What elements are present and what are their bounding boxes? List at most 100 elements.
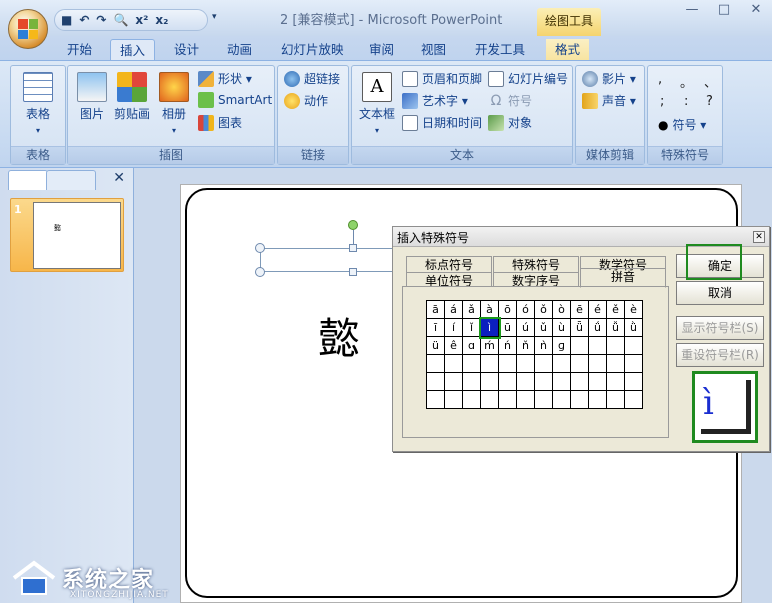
- symbol-cell[interactable]: ā: [426, 300, 445, 319]
- picture-button[interactable]: 图片: [74, 72, 110, 122]
- special-symbol-button[interactable]: ● 符号 ▾: [658, 116, 706, 133]
- symbol-cell[interactable]: ù: [552, 318, 571, 337]
- header-footer-button[interactable]: 页眉和页脚: [402, 70, 482, 87]
- symbol-cell[interactable]: [552, 354, 571, 373]
- sound-button[interactable]: 声音 ▾: [582, 92, 636, 109]
- symbol-cell[interactable]: [444, 390, 463, 409]
- tab-view[interactable]: 视图: [412, 39, 455, 61]
- qat-customize-icon[interactable]: ▾: [212, 12, 217, 22]
- textbox-button[interactable]: A 文本框 ▾: [356, 72, 398, 136]
- subscript-icon[interactable]: x₂: [155, 13, 168, 27]
- reset-symbol-bar-button[interactable]: 重设符号栏(R): [676, 343, 764, 367]
- symbol-cell[interactable]: [426, 372, 445, 391]
- symbol-cell[interactable]: [480, 354, 499, 373]
- redo-icon[interactable]: ↷: [96, 13, 106, 27]
- symbol-cell[interactable]: à: [480, 300, 499, 319]
- symbol-enum-comma[interactable]: 、: [704, 72, 717, 91]
- symbol-cell[interactable]: [534, 390, 553, 409]
- resize-handle[interactable]: [349, 244, 357, 252]
- symbol-cell[interactable]: [462, 390, 481, 409]
- symbol-period[interactable]: 。: [680, 72, 693, 91]
- symbol-cell[interactable]: [588, 390, 607, 409]
- pane-close-icon[interactable]: ✕: [113, 170, 125, 186]
- symbol-cell[interactable]: ǔ: [534, 318, 553, 337]
- cancel-button[interactable]: 取消: [676, 281, 764, 305]
- symbol-cell[interactable]: ǜ: [624, 318, 643, 337]
- tab-format[interactable]: 格式: [546, 39, 590, 61]
- symbol-cell[interactable]: [552, 390, 571, 409]
- symbol-cell[interactable]: [588, 336, 607, 355]
- symbol-colon[interactable]: :: [684, 94, 688, 109]
- symbol-cell[interactable]: [534, 372, 553, 391]
- office-button[interactable]: [8, 9, 48, 49]
- symbol-cell[interactable]: [552, 372, 571, 391]
- symbol-cell[interactable]: [624, 336, 643, 355]
- symbol-button[interactable]: Ω 符号: [488, 92, 532, 109]
- tab-slideshow[interactable]: 幻灯片放映: [272, 39, 353, 61]
- tab-pinyin[interactable]: 拼音: [580, 268, 666, 288]
- symbol-cell[interactable]: ì: [478, 316, 501, 339]
- symbol-cell[interactable]: [480, 372, 499, 391]
- close-button[interactable]: ✕: [740, 0, 772, 22]
- rotation-handle[interactable]: [348, 220, 358, 230]
- symbol-cell[interactable]: ǘ: [588, 318, 607, 337]
- ok-button[interactable]: 确定: [676, 254, 764, 278]
- symbol-cell[interactable]: í: [444, 318, 463, 337]
- symbol-comma[interactable]: ,: [658, 72, 662, 87]
- clipart-button[interactable]: 剪贴画: [112, 72, 152, 122]
- tab-animation[interactable]: 动画: [218, 39, 261, 61]
- slides-tab[interactable]: [8, 170, 48, 190]
- symbol-cell[interactable]: [606, 336, 625, 355]
- symbol-cell[interactable]: ň: [516, 336, 535, 355]
- symbol-cell[interactable]: ū: [498, 318, 517, 337]
- resize-handle[interactable]: [255, 267, 265, 277]
- resize-handle[interactable]: [255, 243, 265, 253]
- symbol-cell[interactable]: [624, 354, 643, 373]
- slide-thumbnail-selected[interactable]: 1 懿: [10, 198, 124, 272]
- symbol-cell[interactable]: á: [444, 300, 463, 319]
- smartart-button[interactable]: SmartArt: [198, 92, 272, 108]
- symbol-cell[interactable]: [480, 390, 499, 409]
- symbol-cell[interactable]: [606, 390, 625, 409]
- symbol-cell[interactable]: ō: [498, 300, 517, 319]
- symbol-cell[interactable]: ó: [516, 300, 535, 319]
- symbol-cell[interactable]: ī: [426, 318, 445, 337]
- symbol-cell[interactable]: [570, 336, 589, 355]
- symbol-cell[interactable]: é: [588, 300, 607, 319]
- symbol-cell[interactable]: ǖ: [570, 318, 589, 337]
- symbol-cell[interactable]: [516, 354, 535, 373]
- table-button[interactable]: 表格 ▾: [19, 72, 57, 136]
- symbol-semicolon[interactable]: ;: [660, 94, 664, 109]
- symbol-question[interactable]: ?: [706, 94, 713, 109]
- tab-insert[interactable]: 插入: [110, 39, 156, 61]
- symbol-cell[interactable]: ú: [516, 318, 535, 337]
- symbol-cell[interactable]: ē: [570, 300, 589, 319]
- symbol-cell[interactable]: ê: [444, 336, 463, 355]
- symbol-cell[interactable]: ɑ: [462, 336, 481, 355]
- hyperlink-button[interactable]: 超链接: [284, 70, 340, 87]
- show-symbol-bar-button[interactable]: 显示符号栏(S): [676, 316, 764, 340]
- maximize-button[interactable]: □: [708, 0, 740, 22]
- symbol-cell[interactable]: [516, 390, 535, 409]
- tab-home[interactable]: 开始: [58, 39, 101, 61]
- symbol-cell[interactable]: ǎ: [462, 300, 481, 319]
- symbol-cell[interactable]: ń: [498, 336, 517, 355]
- tab-review[interactable]: 审阅: [360, 39, 403, 61]
- undo-icon[interactable]: ↶: [79, 13, 89, 27]
- symbol-cell[interactable]: [534, 354, 553, 373]
- symbol-cell[interactable]: [606, 354, 625, 373]
- save-icon[interactable]: ■: [61, 13, 72, 27]
- minimize-button[interactable]: —: [676, 0, 708, 22]
- symbol-cell[interactable]: [570, 372, 589, 391]
- wordart-button[interactable]: 艺术字 ▾: [402, 92, 468, 109]
- symbol-cell[interactable]: ü: [426, 336, 445, 355]
- slide-number-button[interactable]: 幻灯片编号: [488, 70, 568, 87]
- action-button[interactable]: 动作: [284, 92, 328, 109]
- object-button[interactable]: 对象: [488, 114, 532, 131]
- symbol-cell[interactable]: [624, 372, 643, 391]
- symbol-cell[interactable]: [498, 354, 517, 373]
- print-preview-icon[interactable]: 🔍: [113, 13, 128, 27]
- symbol-cell[interactable]: [462, 372, 481, 391]
- tab-design[interactable]: 设计: [165, 39, 208, 61]
- symbol-cell[interactable]: [444, 372, 463, 391]
